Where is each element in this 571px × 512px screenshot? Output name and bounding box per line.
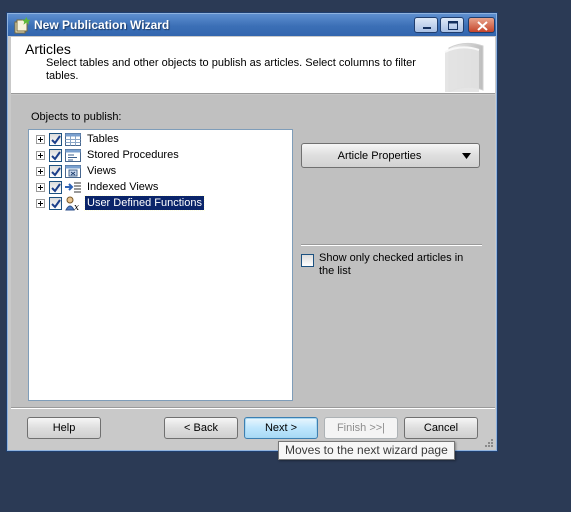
checkmark-icon: [51, 151, 61, 161]
next-button-tooltip: Moves to the next wizard page: [278, 441, 455, 460]
page-title: Articles: [25, 41, 71, 57]
stored-procedures-checkbox[interactable]: [49, 149, 62, 162]
resize-grip-icon[interactable]: [484, 438, 494, 448]
finish-button[interactable]: Finish >>|: [324, 417, 398, 439]
maximize-button[interactable]: [440, 17, 464, 33]
show-checked-label: Show only checked articles in the list: [319, 252, 464, 277]
user-defined-functions-checkbox[interactable]: [49, 197, 62, 210]
wizard-header: Articles Select tables and other objects…: [11, 37, 495, 94]
checkmark-icon: [51, 199, 61, 209]
close-icon: [477, 21, 488, 31]
objects-to-publish-label: Objects to publish:: [31, 111, 122, 123]
tables-checkbox[interactable]: [49, 133, 62, 146]
footer-divider: [11, 407, 495, 409]
article-properties-label: Article Properties: [337, 150, 422, 162]
tree-item-views[interactable]: Views: [36, 163, 276, 179]
tree-item-label: Tables: [87, 133, 119, 145]
function-icon: x: [65, 196, 79, 211]
checkmark-icon: [51, 183, 61, 193]
tree-item-tables[interactable]: Tables: [36, 131, 276, 147]
maximize-icon: [448, 21, 458, 30]
tree-item-label: Stored Procedures: [87, 149, 179, 161]
show-checked-checkbox[interactable]: [301, 254, 314, 267]
tree-item-label: User Defined Functions: [84, 195, 205, 211]
dropdown-arrow-icon: [462, 153, 471, 159]
publication-wizard-icon: [14, 17, 30, 34]
views-checkbox[interactable]: [49, 165, 62, 178]
expand-icon[interactable]: [36, 199, 45, 208]
minimize-button[interactable]: [414, 17, 438, 33]
tree-item-user-defined-functions[interactable]: x User Defined Functions: [36, 195, 276, 211]
tree-item-label: Indexed Views: [87, 181, 159, 193]
expand-icon[interactable]: [36, 151, 45, 160]
tree-item-indexed-views[interactable]: Indexed Views: [36, 179, 276, 195]
wizard-body: Objects to publish: Tables Stored Proced…: [11, 95, 495, 407]
back-button[interactable]: < Back: [164, 417, 238, 439]
title-bar[interactable]: New Publication Wizard: [8, 14, 496, 36]
close-button[interactable]: [468, 17, 495, 33]
indexed-view-icon: [65, 182, 81, 193]
tree-item-label: Views: [87, 165, 117, 177]
table-icon: [65, 133, 81, 146]
minimize-icon: [423, 27, 431, 29]
svg-text:x: x: [74, 203, 79, 211]
book-icon: [444, 42, 484, 92]
expand-icon[interactable]: [36, 167, 45, 176]
tree-item-stored-procedures[interactable]: Stored Procedures: [36, 147, 276, 163]
article-properties-dropdown[interactable]: Article Properties: [301, 143, 480, 168]
stored-procedure-icon: [65, 149, 81, 162]
wizard-window: New Publication Wizard Articles Select t…: [6, 12, 498, 452]
expand-icon[interactable]: [36, 183, 45, 192]
expand-icon[interactable]: [36, 135, 45, 144]
checkmark-icon: [51, 135, 61, 145]
objects-tree[interactable]: Tables Stored Procedures Views Indexed V…: [28, 129, 293, 401]
window-title: New Publication Wizard: [34, 18, 170, 32]
cancel-button[interactable]: Cancel: [404, 417, 478, 439]
next-button[interactable]: Next >: [244, 417, 318, 439]
indexed-views-checkbox[interactable]: [49, 181, 62, 194]
view-icon: [65, 165, 81, 178]
help-button[interactable]: Help: [27, 417, 101, 439]
page-description: Select tables and other objects to publi…: [46, 57, 416, 82]
divider: [301, 244, 482, 246]
checkmark-icon: [51, 167, 61, 177]
